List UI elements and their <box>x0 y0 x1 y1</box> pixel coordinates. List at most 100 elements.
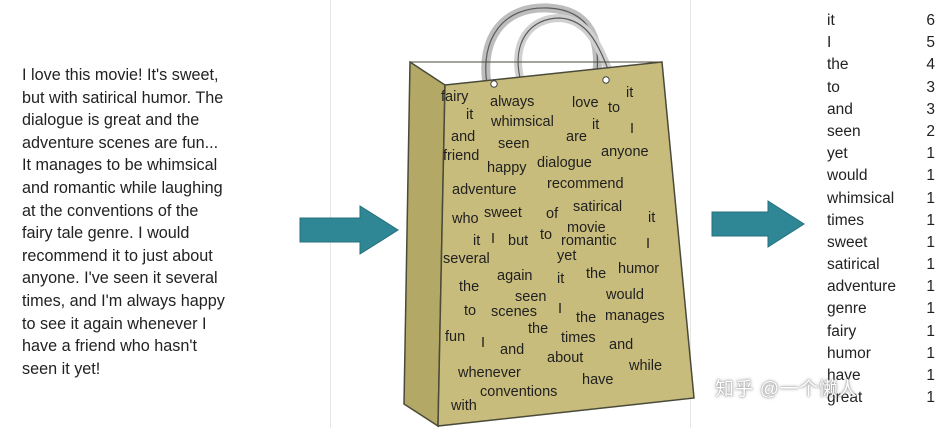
bag-word: fairy <box>441 89 469 105</box>
review-line: seen it yet! <box>22 359 101 378</box>
count: 1 <box>926 145 935 163</box>
word-count-row: humor 1 <box>827 343 937 365</box>
bag-word: I <box>646 236 650 252</box>
count: 2 <box>926 122 935 140</box>
bag-word: the <box>586 266 606 282</box>
word-count-row: the 4 <box>827 54 937 76</box>
watermark: 知乎 @一个懒人 <box>715 379 858 400</box>
count: 1 <box>926 189 935 207</box>
word-count-row: seen 2 <box>827 121 937 143</box>
bag-word: I <box>558 301 562 317</box>
word: whimsical <box>827 189 895 207</box>
word: satirical <box>827 256 880 274</box>
count: 1 <box>926 322 935 340</box>
word: it <box>827 12 835 29</box>
review-line: I love this movie! It's sweet, <box>22 66 219 84</box>
bag-word: love <box>572 95 599 111</box>
arrow-right-icon <box>299 205 399 255</box>
bag-word: always <box>490 94 534 110</box>
word-count-table: it 6 I5 the 4 to 3 and 3 seen 2 yet 1 would 1 w… <box>827 10 937 409</box>
word: humor <box>827 344 871 362</box>
arrow-right-icon <box>711 200 805 248</box>
bag-word: the <box>459 279 479 295</box>
bag-word: romantic <box>561 233 617 249</box>
bag-word: it <box>473 233 480 249</box>
bag-word: adventure <box>452 182 517 198</box>
bag-word: satirical <box>573 199 622 215</box>
word: genre <box>827 300 867 318</box>
word: sweet <box>827 233 868 251</box>
bag-word: happy <box>487 160 527 176</box>
bag-word: to <box>540 227 552 243</box>
review-line: dialogue is great and the <box>22 111 200 130</box>
count: 5 <box>926 34 935 52</box>
bag-word: and <box>609 337 633 353</box>
word: seen <box>827 122 861 140</box>
bag-word: scenes <box>491 304 537 320</box>
bag-word: humor <box>618 261 659 277</box>
count: 1 <box>926 233 935 251</box>
count: 6 <box>926 12 935 29</box>
bag-word: while <box>628 358 662 374</box>
bag-word: I <box>630 121 634 137</box>
word: the <box>827 56 849 74</box>
word-count-row: genre 1 <box>827 298 937 320</box>
word: to <box>827 78 840 96</box>
review-line: have a friend who hasn't <box>22 337 197 356</box>
review-line: adventure scenes are fun... <box>22 133 219 152</box>
review-line: recommend it to just about <box>22 246 213 265</box>
review-text: I love this movie! It's sweet, but with … <box>22 64 292 380</box>
bag-word: have <box>582 372 613 388</box>
review-line: It manages to be whimsical <box>22 156 218 175</box>
review-line: times, and I'm always happy <box>22 291 225 310</box>
count: 3 <box>926 100 935 118</box>
bag-word: about <box>547 350 583 366</box>
bag-word: seen <box>515 289 546 305</box>
word-count-row: I5 <box>827 32 937 54</box>
word-count-row: yet 1 <box>827 143 937 165</box>
bag-word: but <box>508 233 528 249</box>
word: fairy <box>827 322 857 340</box>
bag-word: the <box>576 310 596 326</box>
bag-word: dialogue <box>537 155 592 171</box>
bag-word: it <box>626 85 633 101</box>
bag-word: to <box>608 100 620 116</box>
bag-word: and <box>451 129 475 145</box>
bag-word: it <box>592 117 599 133</box>
count: 1 <box>926 389 935 407</box>
bag-word: I <box>481 335 485 351</box>
word-count-row: times 1 <box>827 210 937 232</box>
word-count-row: whimsical 1 <box>827 188 937 210</box>
word: would <box>827 167 868 185</box>
word: yet <box>827 145 848 163</box>
count: 1 <box>926 278 935 296</box>
bag-word: whimsical <box>490 114 554 130</box>
review-line: and romantic while laughing <box>22 178 223 197</box>
count: 1 <box>926 167 935 185</box>
review-line: at the conventions of the <box>22 201 199 220</box>
bag-word: times <box>561 330 596 346</box>
count: 4 <box>926 56 935 74</box>
word-count-row: satirical 1 <box>827 254 937 276</box>
bag-word: it <box>557 271 564 287</box>
bag-of-words-bag: fairy always love toitit whimsical it Iand seen… <box>403 3 695 428</box>
bag-word: recommend <box>547 176 624 192</box>
bag-word: again <box>497 268 532 284</box>
bag-word: conventions <box>480 384 557 400</box>
bag-word: it <box>466 107 473 123</box>
bag-word: whenever <box>457 365 521 381</box>
bag-word: anyone <box>601 144 649 160</box>
bag-word: I <box>491 231 495 247</box>
count: 1 <box>926 367 935 384</box>
word-count-row: sweet 1 <box>827 232 937 254</box>
bag-word: manages <box>605 308 665 324</box>
bag-word: who <box>451 211 479 227</box>
review-line: to see it again whenever I <box>22 314 207 333</box>
word-count-row: fairy 1 <box>827 321 937 343</box>
review-line: but with satirical humor. The <box>22 88 224 107</box>
count: 1 <box>926 344 935 362</box>
bag-word: fun <box>445 329 465 345</box>
review-line: fairy tale genre. I would <box>22 224 190 243</box>
bag-word: to <box>464 303 476 319</box>
word: and <box>827 100 853 118</box>
